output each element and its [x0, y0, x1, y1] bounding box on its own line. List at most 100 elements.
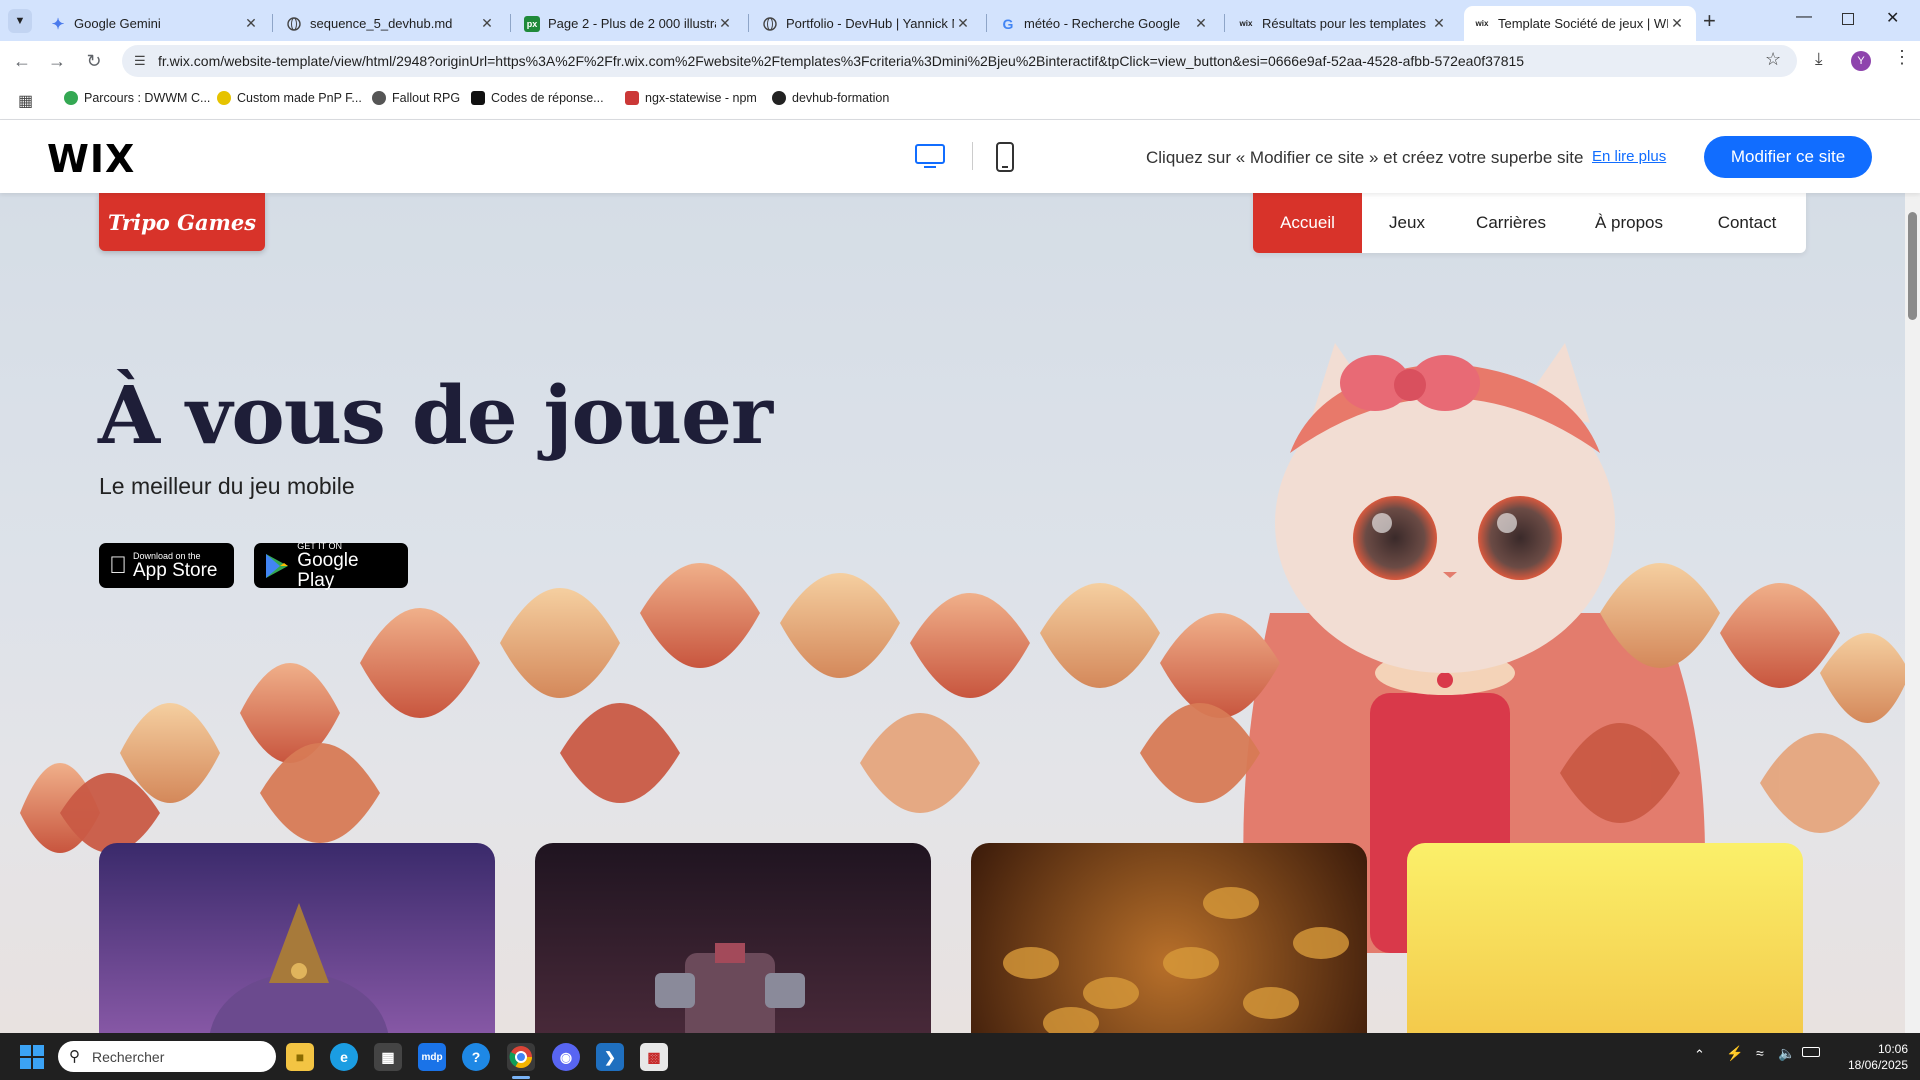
active-indicator	[512, 1076, 530, 1079]
edit-site-button[interactable]: Modifier ce site	[1704, 136, 1872, 178]
reload-button[interactable]: ↻	[82, 51, 106, 72]
read-more-link[interactable]: En lire plus	[1592, 148, 1666, 165]
edge-icon[interactable]: e	[330, 1043, 358, 1071]
volume-icon[interactable]: 🔈	[1778, 1045, 1795, 1062]
gemini-icon: ✦	[51, 15, 65, 33]
search-placeholder: Rechercher	[92, 1048, 165, 1065]
new-tab-button[interactable]: +	[1703, 8, 1716, 34]
back-button[interactable]: ←	[10, 51, 34, 72]
bookmark-label: Custom made PnP F...	[237, 91, 362, 105]
app-icon[interactable]: ▩	[640, 1043, 668, 1071]
nav-item-jeux[interactable]: Jeux	[1362, 193, 1452, 253]
bookmark-icon	[64, 91, 78, 105]
game-card[interactable]	[971, 843, 1367, 1033]
bookmark-custom-pnp[interactable]: Custom made PnP F...	[217, 91, 362, 105]
bookmark-devhub[interactable]: devhub-formation	[772, 91, 889, 105]
nav-item-accueil[interactable]: Accueil	[1253, 193, 1362, 253]
battery-icon[interactable]	[1802, 1047, 1820, 1057]
url-text: fr.wix.com/website-template/view/html/29…	[158, 53, 1525, 69]
close-tab-icon[interactable]: ✕	[242, 15, 260, 32]
forward-button[interactable]: →	[45, 51, 69, 72]
npm-icon	[625, 91, 639, 105]
close-window-button[interactable]: ✕	[1886, 8, 1899, 28]
nav-item-carrieres[interactable]: Carrières	[1452, 193, 1570, 253]
tab-illustrations[interactable]: px Page 2 - Plus de 2 000 illustrati ✕	[514, 6, 744, 41]
nav-item-a-propos[interactable]: À propos	[1570, 193, 1688, 253]
restore-button[interactable]	[1842, 13, 1854, 25]
bookmark-ngx[interactable]: ngx-statewise - npm	[625, 91, 757, 105]
tab-template-societe-jeux[interactable]: wix Template Société de jeux | WIX ✕	[1464, 6, 1696, 41]
discord-icon[interactable]: ◉	[552, 1043, 580, 1071]
hero-subtitle: Le meilleur du jeu mobile	[99, 473, 355, 499]
close-tab-icon[interactable]: ✕	[1192, 15, 1210, 32]
nav-item-contact[interactable]: Contact	[1688, 193, 1806, 253]
wix-logo[interactable]: WIX	[47, 137, 135, 181]
clock[interactable]: 10:06 18/06/2025	[1836, 1041, 1908, 1073]
tab-meteo[interactable]: G météo - Recherche Google ✕	[990, 6, 1220, 41]
game-card[interactable]	[1407, 843, 1803, 1033]
chrome-icon[interactable]	[507, 1043, 535, 1071]
game-card[interactable]	[99, 843, 495, 1033]
desktop-view-icon[interactable]	[915, 144, 945, 175]
bookmark-star-icon[interactable]: ☆	[1765, 49, 1781, 70]
google-play-button[interactable]: GET IT ON Google Play	[254, 541, 408, 591]
download-icon[interactable]: ⤓	[1815, 49, 1823, 69]
tab-strip: ▼ ✦ Google Gemini ✕ sequence_5_devhub.md…	[0, 0, 1920, 41]
tab-title: Google Gemini	[74, 16, 161, 31]
close-tab-icon[interactable]: ✕	[716, 15, 734, 32]
bookmark-label: Fallout RPG	[392, 91, 461, 105]
file-explorer-icon[interactable]: ■	[286, 1043, 314, 1071]
bookmark-label: ngx-statewise - npm	[645, 91, 757, 105]
google-play-big: Google Play	[297, 549, 359, 591]
tab-sequence[interactable]: sequence_5_devhub.md ✕	[276, 6, 506, 41]
bookmark-codes[interactable]: Codes de réponse...	[471, 91, 604, 105]
mdn-icon	[471, 91, 485, 105]
chevron-up-icon[interactable]: ⌃	[1694, 1047, 1705, 1063]
tab-portfolio[interactable]: Portfolio - DevHub | Yannick M ✕	[752, 6, 982, 41]
address-bar[interactable]: ☰ fr.wix.com/website-template/view/html/…	[122, 45, 1797, 77]
brand-logo[interactable]: Tripo Games	[99, 193, 265, 251]
search-icon: ⚲	[69, 1048, 80, 1065]
app-store-button[interactable]:  Download on the App Store	[99, 543, 234, 588]
close-tab-icon[interactable]: ✕	[954, 15, 972, 32]
divider	[972, 142, 973, 170]
bookmarks-bar: ▦ Parcours : DWWM C... Custom made PnP F…	[0, 81, 1920, 120]
mobile-view-icon[interactable]	[996, 142, 1014, 177]
menu-icon[interactable]: ⋮	[1893, 47, 1911, 68]
close-tab-icon[interactable]: ✕	[478, 15, 496, 32]
close-tab-icon[interactable]: ✕	[1668, 15, 1686, 32]
wix-icon: wix	[1239, 19, 1253, 28]
start-button[interactable]	[20, 1045, 44, 1074]
bookmark-parcours[interactable]: Parcours : DWWM C...	[64, 91, 210, 105]
mdp-app-icon[interactable]: mdp	[418, 1043, 446, 1071]
globe-icon	[372, 91, 386, 105]
help-icon[interactable]: ?	[462, 1043, 490, 1071]
tab-title: météo - Recherche Google	[1024, 16, 1181, 31]
taskbar-search-input[interactable]: ⚲ Rechercher	[58, 1041, 276, 1072]
apps-grid-icon[interactable]: ▦	[18, 91, 33, 111]
minimize-button[interactable]: —	[1796, 8, 1812, 26]
globe-icon	[762, 16, 778, 32]
site-info-icon[interactable]: ☰	[134, 53, 146, 69]
tab-gemini[interactable]: ✦ Google Gemini ✕	[40, 6, 270, 41]
tab-templates[interactable]: wix Résultats pour les templates de ✕	[1228, 6, 1458, 41]
bookmark-fallout[interactable]: Fallout RPG	[372, 91, 460, 105]
tab-title: Template Société de jeux | WIX	[1498, 16, 1668, 31]
close-tab-icon[interactable]: ✕	[1430, 15, 1448, 32]
windows-taskbar: ⚲ Rechercher ■ e ▦ mdp ? ◉ ❯ ▩ ⌃ ⚡ ≈ 🔈 1…	[0, 1033, 1920, 1080]
globe-icon	[286, 16, 302, 32]
card-image	[209, 903, 389, 1033]
network-off-icon[interactable]: ⚡	[1726, 1045, 1743, 1062]
tab-search-button[interactable]: ▼	[8, 9, 32, 33]
scrollbar-thumb[interactable]	[1908, 212, 1917, 320]
profile-avatar[interactable]: Y	[1851, 51, 1871, 71]
github-icon	[772, 91, 786, 105]
wix-icon: wix	[1475, 19, 1489, 28]
vscode-icon[interactable]: ❯	[596, 1043, 624, 1071]
card-image	[1003, 887, 1349, 1033]
wifi-icon[interactable]: ≈	[1756, 1045, 1764, 1061]
store-icon[interactable]: ▦	[374, 1043, 402, 1071]
edit-prompt-text: Cliquez sur « Modifier ce site » et crée…	[1146, 148, 1584, 167]
bookmark-label: devhub-formation	[792, 91, 890, 105]
game-card[interactable]	[535, 843, 931, 1033]
